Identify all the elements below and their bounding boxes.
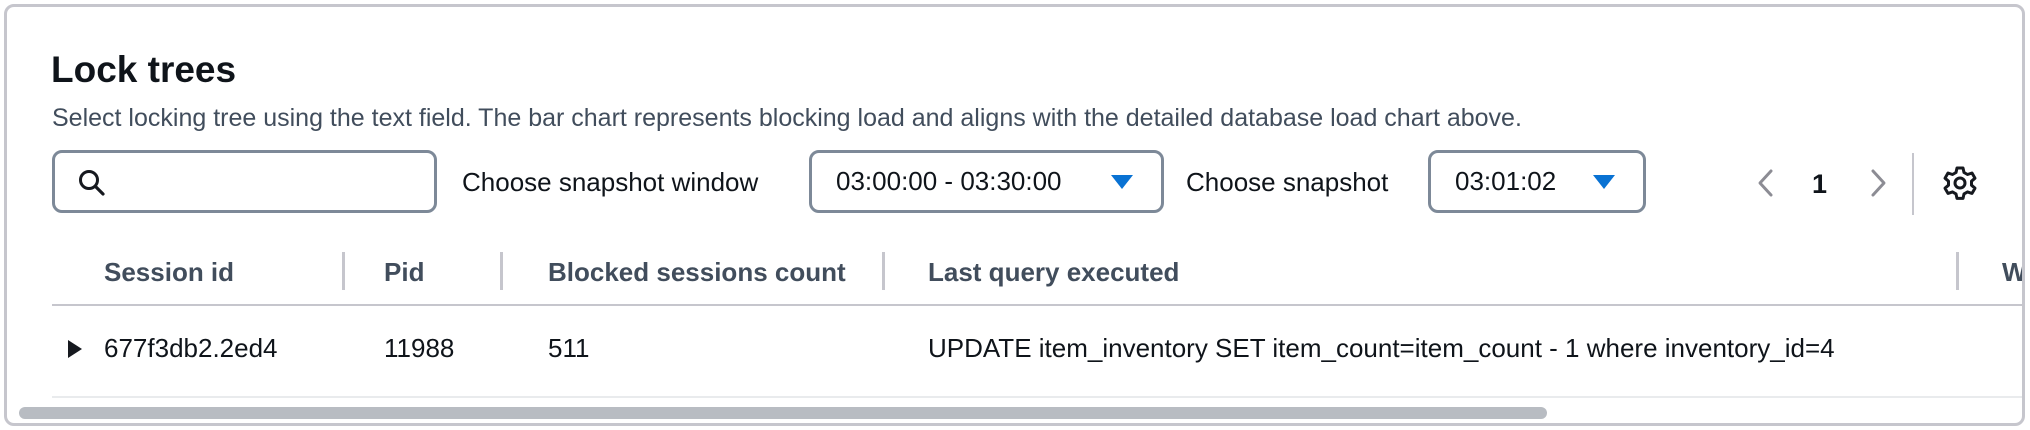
snapshot-window-label: Choose snapshot window (462, 167, 759, 197)
panel-description: Select locking tree using the text field… (52, 104, 1522, 132)
column-header-blocked-sessions-count[interactable]: Blocked sessions count (548, 255, 846, 289)
next-page-button[interactable] (1867, 165, 1889, 206)
cell-pid: 11988 (384, 333, 455, 363)
cell-session-id: 677f3db2.2ed4 (104, 333, 278, 363)
snapshot-window-value: 03:00:00 - 03:30:00 (836, 166, 1062, 196)
column-resizer[interactable] (882, 252, 885, 290)
expand-row-icon[interactable] (68, 340, 82, 358)
column-resizer[interactable] (500, 252, 503, 290)
settings-button[interactable] (1942, 165, 1978, 206)
column-header-truncated[interactable]: W (2002, 255, 2022, 289)
gear-icon (1943, 166, 1977, 200)
cell-blocked-sessions-count: 511 (548, 333, 590, 363)
column-resizer[interactable] (1956, 252, 1959, 290)
lock-trees-panel: Lock trees Select locking tree using the… (4, 4, 2025, 426)
caret-down-icon (1593, 175, 1615, 189)
cell-last-query: UPDATE item_inventory SET item_count=ite… (928, 333, 1835, 363)
column-header-last-query-executed[interactable]: Last query executed (928, 255, 1179, 289)
column-header-session-id[interactable]: Session id (104, 255, 234, 289)
caret-down-icon (1111, 175, 1133, 189)
page-number[interactable]: 1 (1812, 167, 1827, 201)
snapshot-value: 03:01:02 (1455, 166, 1557, 196)
row-divider (52, 396, 2022, 398)
table-header: Session id Pid Blocked sessions count La… (52, 239, 2022, 303)
search-icon (79, 170, 105, 196)
table-row[interactable]: 677f3db2.2ed4 11988 511 UPDATE item_inve… (52, 307, 2022, 387)
toolbar-divider (1912, 153, 1914, 215)
snapshot-label: Choose snapshot (1186, 167, 1389, 197)
column-header-pid[interactable]: Pid (384, 255, 424, 289)
header-divider (52, 304, 2022, 306)
snapshot-window-select[interactable]: 03:00:00 - 03:30:00 (809, 150, 1164, 213)
panel-title: Lock trees (51, 49, 237, 90)
search-input[interactable] (52, 150, 437, 213)
column-resizer[interactable] (342, 252, 345, 290)
previous-page-button[interactable] (1755, 165, 1777, 206)
chevron-right-icon (1871, 169, 1886, 197)
chevron-left-icon (1758, 169, 1773, 197)
horizontal-scrollbar-thumb[interactable] (19, 407, 1547, 419)
snapshot-select[interactable]: 03:01:02 (1428, 150, 1646, 213)
